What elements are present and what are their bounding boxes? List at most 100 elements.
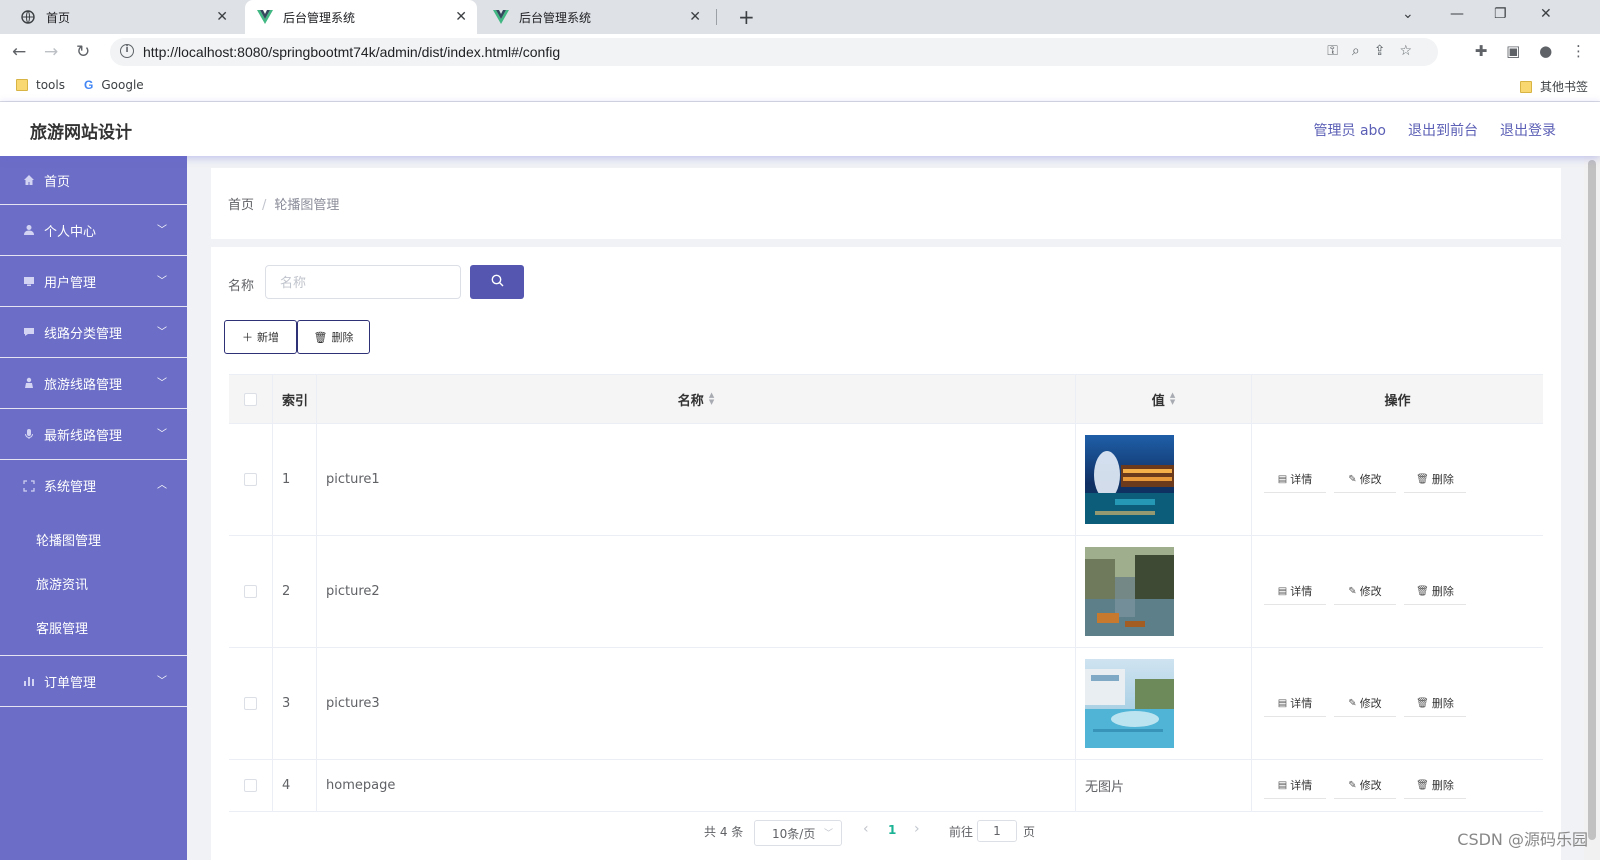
menu-dots-icon[interactable]: ⋮ (1571, 42, 1586, 60)
sidebar-item-profile[interactable]: 个人中心 ﹀ (0, 205, 187, 256)
key-icon[interactable]: ⚿ (1327, 43, 1352, 59)
delete-button[interactable]: 🗑 删除 (1404, 772, 1466, 799)
detail-label: 详情 (1290, 585, 1313, 598)
breadcrumb-home[interactable]: 首页 (228, 198, 254, 213)
browser-tab[interactable]: 首页 ✕ (8, 0, 238, 34)
omnibox-actions[interactable]: ⚿⌕⇪☆ (1327, 43, 1426, 59)
zoom-icon[interactable]: ⌕ (1352, 43, 1374, 59)
restore-icon[interactable]: ❐ (1494, 6, 1507, 22)
next-page-icon[interactable]: › (914, 821, 920, 837)
new-tab-icon[interactable]: + (738, 5, 755, 29)
app-title: 旅游网站设计 (30, 123, 132, 143)
search-button[interactable] (470, 265, 524, 299)
detail-button[interactable]: ▤ 详情 (1264, 466, 1326, 493)
window-close-icon[interactable]: ✕ (1540, 6, 1552, 22)
site-info-icon[interactable]: i (120, 44, 134, 58)
sort-icon[interactable]: ▲ ▼ (709, 392, 714, 406)
person-icon (22, 376, 36, 390)
sidebar-subitem-service[interactable]: 客服管理 (0, 605, 187, 649)
edit-button[interactable]: ✎ 修改 (1334, 578, 1396, 605)
browser-tab-active[interactable]: 后台管理系统 ✕ (245, 0, 477, 34)
side-panel-icon[interactable]: ▣ (1506, 42, 1520, 60)
page-size-value: 10条/页 (772, 826, 816, 841)
select-all-checkbox[interactable] (244, 392, 257, 406)
row-select-cell (229, 424, 273, 535)
delete-button[interactable]: 🗑 删除 (1404, 466, 1466, 493)
breadcrumb-separator: / (262, 198, 267, 213)
batch-delete-button[interactable]: 🗑 删除 (297, 320, 370, 354)
prev-page-icon[interactable]: ‹ (863, 821, 869, 837)
sidebar-item-latest-routes[interactable]: 最新线路管理 ﹀ (0, 409, 187, 460)
carousel-image-thumbnail[interactable] (1085, 659, 1174, 748)
sidebar-item-travel-routes[interactable]: 旅游线路管理 ﹀ (0, 358, 187, 409)
carousel-image-thumbnail[interactable] (1085, 547, 1174, 636)
page-number-current[interactable]: 1 (888, 823, 896, 837)
star-icon[interactable]: ☆ (1399, 43, 1426, 59)
close-tab-icon[interactable]: ✕ (689, 9, 701, 25)
header-value[interactable]: 值 ▲ ▼ (1076, 375, 1252, 423)
bookmark-tools[interactable]: tools (16, 78, 65, 92)
row-ops: ▤ 详情 ✎ 修改 🗑 删除 (1252, 760, 1543, 811)
extensions-icon[interactable]: ✚ (1475, 42, 1488, 60)
minimize-icon[interactable]: — (1450, 6, 1464, 22)
search-input[interactable] (265, 265, 461, 299)
share-icon[interactable]: ⇪ (1374, 43, 1400, 59)
edit-button[interactable]: ✎ 修改 (1334, 466, 1396, 493)
row-select-cell (229, 648, 273, 759)
carousel-image-thumbnail[interactable] (1085, 435, 1174, 524)
add-button-label: 新增 (257, 332, 279, 344)
sidebar-subitem-carousel[interactable]: 轮播图管理 (0, 517, 187, 561)
sidebar-item-users[interactable]: 用户管理 ﹀ (0, 256, 187, 307)
chevron-down-icon[interactable]: ⌄ (1402, 6, 1414, 22)
back-to-front-link[interactable]: 退出到前台 (1408, 120, 1478, 140)
url-omnibox[interactable]: i http://localhost:8080/springbootmt74k/… (110, 38, 1438, 66)
back-icon[interactable]: ← (12, 42, 26, 62)
detail-button[interactable]: ▤ 详情 (1264, 690, 1326, 717)
sidebar-item-label: 用户管理 (44, 275, 97, 291)
edit-button[interactable]: ✎ 修改 (1334, 772, 1396, 799)
delete-label: 删除 (1431, 473, 1454, 486)
page-scrollbar[interactable] (1584, 156, 1600, 860)
profile-icon[interactable]: ● (1539, 42, 1552, 60)
bookmark-google[interactable]: G Google (84, 78, 144, 92)
forward-icon[interactable]: → (44, 42, 58, 62)
sidebar-item-route-category[interactable]: 线路分类管理 ﹀ (0, 307, 187, 358)
row-index: 4 (273, 760, 317, 811)
browser-tab-title: 首页 (46, 10, 71, 25)
goto-label: 前往 (949, 825, 974, 839)
row-checkbox[interactable] (244, 473, 257, 486)
system-submenu: 轮播图管理 旅游资讯 客服管理 (0, 511, 187, 656)
browser-tab[interactable]: 后台管理系统 ✕ (481, 0, 711, 34)
sidebar-item-system[interactable]: 系统管理 ︿ (0, 460, 187, 511)
reload-icon[interactable]: ↻ (76, 42, 90, 62)
detail-button[interactable]: ▤ 详情 (1264, 772, 1326, 799)
row-checkbox[interactable] (244, 779, 257, 792)
delete-button[interactable]: 🗑 删除 (1404, 578, 1466, 605)
delete-label: 删除 (1431, 779, 1454, 792)
edit-icon: ✎ (1348, 697, 1357, 709)
close-tab-icon[interactable]: ✕ (216, 9, 228, 25)
header-name[interactable]: 名称 ▲ ▼ (317, 375, 1076, 423)
page-size-select[interactable]: 10条/页 ﹀ (754, 820, 842, 846)
plus-icon: ＋ (242, 332, 253, 344)
page-jump-input[interactable]: 1 (977, 820, 1017, 842)
edit-button[interactable]: ✎ 修改 (1334, 690, 1396, 717)
delete-label: 删除 (1431, 585, 1454, 598)
delete-button[interactable]: 🗑 删除 (1404, 690, 1466, 717)
sidebar-item-home[interactable]: 首页 (0, 156, 187, 205)
sidebar-item-orders[interactable]: 订单管理 ﹀ (0, 656, 187, 707)
add-button[interactable]: ＋ 新增 (224, 320, 297, 354)
other-bookmarks[interactable]: 其他书签 (1520, 78, 1588, 95)
scrollbar-thumb[interactable] (1588, 160, 1596, 840)
detail-button[interactable]: ▤ 详情 (1264, 578, 1326, 605)
sort-icon[interactable]: ▲ ▼ (1170, 392, 1175, 406)
user-icon (22, 223, 36, 237)
close-tab-icon[interactable]: ✕ (455, 9, 467, 25)
toolbar-icons[interactable]: ✚ ▣ ● ⋮ (1475, 42, 1586, 60)
logout-link[interactable]: 退出登录 (1500, 120, 1556, 140)
data-table: 索引 名称 ▲ ▼ 值 ▲ ▼ 操作 1 picture1 ▤ 详情 ✎ 修改 … (229, 374, 1543, 812)
row-checkbox[interactable] (244, 585, 257, 598)
sidebar-subitem-news[interactable]: 旅游资讯 (0, 561, 187, 605)
row-checkbox[interactable] (244, 697, 257, 710)
chevron-down-icon: ﹀ (157, 378, 167, 389)
